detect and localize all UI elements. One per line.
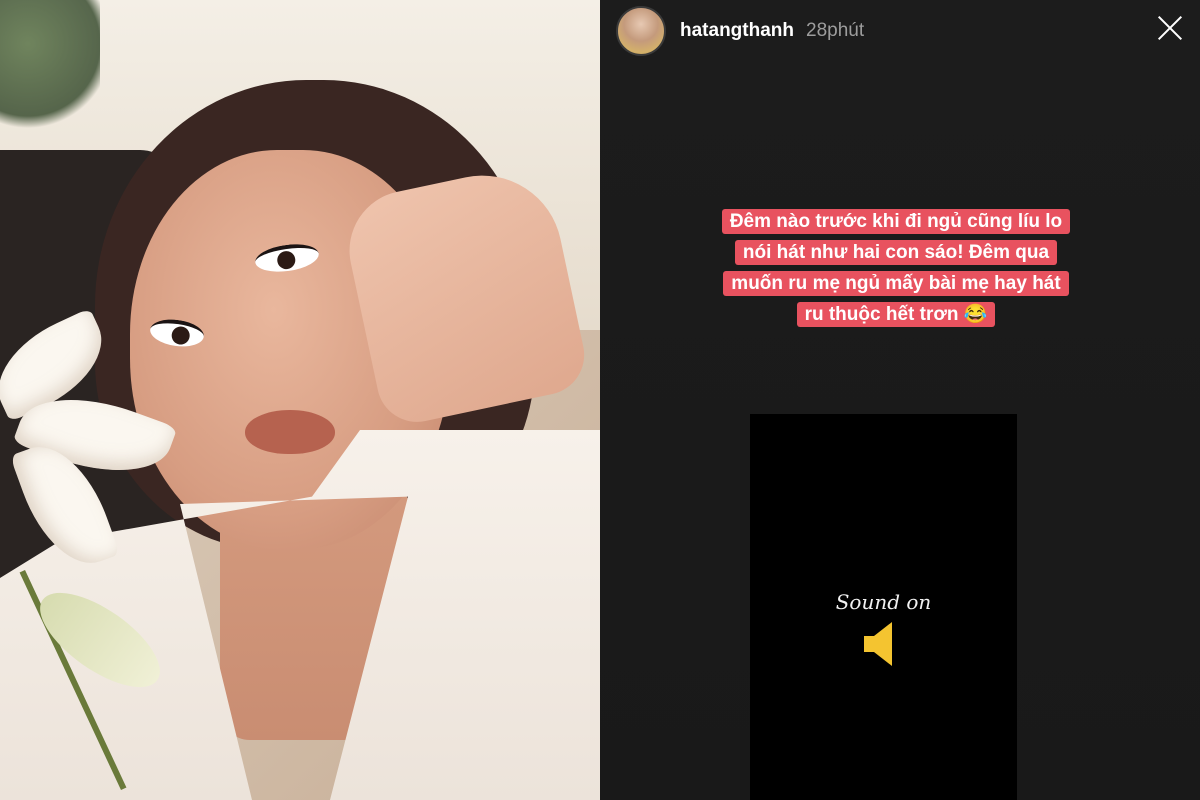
- story-header: hatangthanh 28phút: [616, 6, 865, 56]
- portrait-photo: [0, 0, 600, 800]
- caption-line: muốn ru mẹ ngủ mấy bài mẹ hay hát: [723, 271, 1069, 296]
- username[interactable]: hatangthanh: [680, 20, 794, 42]
- close-icon[interactable]: [1154, 12, 1186, 44]
- photo-lips: [245, 410, 335, 454]
- caption-line: Đêm nào trước khi đi ngủ cũng líu lo: [721, 209, 1071, 234]
- story-time: 28phút: [806, 20, 865, 41]
- caption-line: ru thuộc hết trơn 😂: [796, 302, 996, 327]
- avatar[interactable]: [616, 6, 666, 56]
- sound-on-label: Sound on: [835, 590, 932, 614]
- story-viewer: hatangthanh 28phút Đêm nào trước khi đi …: [600, 0, 1200, 800]
- caption-line: nói hát như hai con sáo! Đêm qua: [734, 240, 1058, 265]
- photo-plant: [0, 0, 100, 140]
- video-player[interactable]: Sound on: [750, 414, 1017, 800]
- speaker-icon[interactable]: [862, 620, 896, 668]
- story-caption: Đêm nào trước khi đi ngủ cũng líu lo nói…: [696, 206, 1096, 330]
